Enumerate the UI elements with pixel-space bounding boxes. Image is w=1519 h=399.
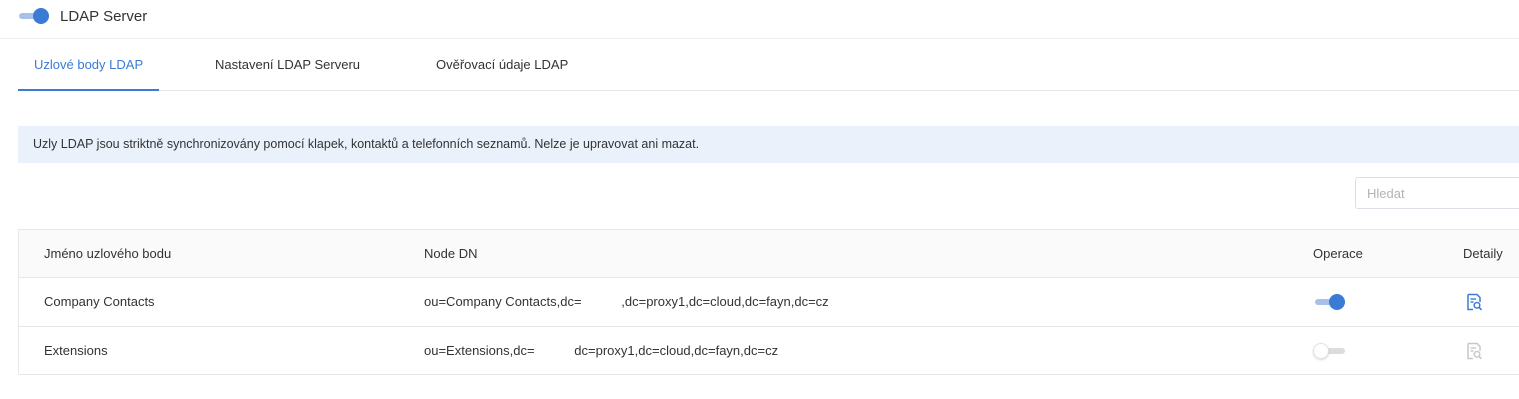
- page-header: LDAP Server: [0, 0, 1519, 39]
- document-search-icon: [1467, 342, 1483, 360]
- ldap-server-page: LDAP Server Uzlové body LDAP Nastavení L…: [0, 0, 1519, 399]
- table-header: Jméno uzlového bodu Node DN Operace Deta…: [19, 230, 1519, 278]
- column-header-name: Jméno uzlového bodu: [44, 246, 172, 261]
- node-dn: ou=Company Contacts,dc= ,dc=proxy1,dc=cl…: [424, 294, 829, 309]
- ldap-nodes-table: Jméno uzlového bodu Node DN Operace Deta…: [18, 229, 1519, 375]
- toggle-knob: [33, 8, 49, 24]
- node-enable-toggle[interactable]: [1313, 292, 1347, 312]
- table-row: Extensions ou=Extensions,dc= dc=proxy1,d…: [19, 327, 1519, 376]
- toggle-knob: [1329, 294, 1345, 310]
- tab-ldap-nodes[interactable]: Uzlové body LDAP: [17, 40, 160, 91]
- node-name: Extensions: [44, 343, 108, 358]
- column-header-operation: Operace: [1313, 246, 1363, 261]
- tab-bar: Uzlové body LDAP Nastavení LDAP Serveru …: [17, 40, 1519, 91]
- ldap-server-toggle[interactable]: [17, 6, 51, 26]
- node-enable-toggle[interactable]: [1313, 341, 1347, 361]
- toggle-knob: [1313, 343, 1329, 359]
- page-title: LDAP Server: [60, 8, 148, 25]
- node-name: Company Contacts: [44, 294, 155, 309]
- search-input[interactable]: [1355, 177, 1519, 209]
- tab-ldap-credentials[interactable]: Ověřovací údaje LDAP: [436, 40, 568, 90]
- info-notice: Uzly LDAP jsou striktně synchronizovány …: [18, 126, 1519, 163]
- table-row: Company Contacts ou=Company Contacts,dc=…: [19, 278, 1519, 327]
- node-dn: ou=Extensions,dc= dc=proxy1,dc=cloud,dc=…: [424, 343, 779, 358]
- column-header-dn: Node DN: [424, 246, 478, 261]
- column-header-details: Detaily: [1463, 246, 1503, 261]
- tab-ldap-server-settings[interactable]: Nastavení LDAP Serveru: [215, 40, 360, 90]
- document-search-icon[interactable]: [1465, 293, 1483, 311]
